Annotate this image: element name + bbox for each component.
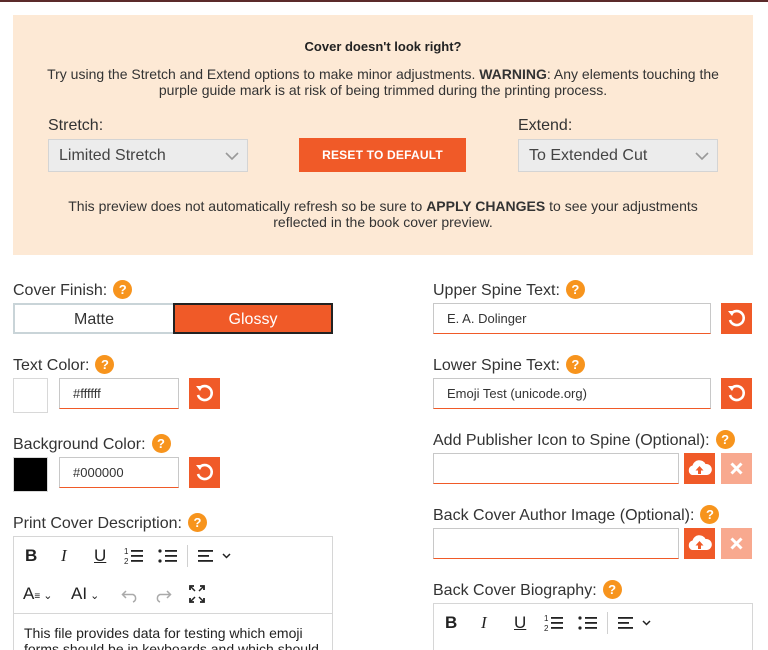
top-border: [0, 0, 768, 2]
publisher-icon-remove-button[interactable]: [721, 453, 752, 484]
editor-toolbar-row-1: B I U 12: [14, 537, 332, 575]
bullet-list-icon[interactable]: [578, 612, 598, 634]
italic-icon[interactable]: I: [481, 612, 487, 634]
help-icon[interactable]: ?: [700, 505, 720, 524]
text-size-icon[interactable]: AI ⌄: [71, 583, 99, 605]
undo-icon: [196, 384, 213, 402]
undo-icon: [728, 384, 745, 402]
finish-option-glossy[interactable]: Glossy: [173, 303, 333, 334]
back-cover-biography-label: Back Cover Biography:?: [433, 580, 622, 600]
author-image-upload-button[interactable]: [684, 528, 715, 559]
help-icon[interactable]: ?: [565, 355, 585, 374]
italic-icon[interactable]: I: [61, 545, 67, 567]
redo-arrow-icon[interactable]: [154, 583, 172, 605]
print-cover-description-label: Print Cover Description:?: [13, 513, 207, 533]
text-color-input[interactable]: #ffffff: [59, 378, 179, 409]
toolbar-bottom-divider: [14, 613, 332, 614]
help-icon[interactable]: ?: [151, 434, 171, 453]
undo-arrow-icon[interactable]: [121, 583, 139, 605]
editor-toolbar-row-1: B I U 12: [434, 604, 752, 642]
help-icon[interactable]: ?: [95, 355, 115, 374]
background-color-input[interactable]: #000000: [59, 457, 179, 488]
undo-icon: [728, 309, 745, 327]
ordered-list-icon[interactable]: 12: [124, 545, 144, 567]
text-color-reset-button[interactable]: [189, 378, 220, 409]
background-color-label: Background Color:?: [13, 434, 171, 454]
lower-spine-text-input[interactable]: Emoji Test (unicode.org): [433, 378, 711, 409]
finish-option-matte[interactable]: Matte: [13, 303, 173, 334]
author-image-label: Back Cover Author Image (Optional):?: [433, 505, 720, 525]
reset-to-default-button[interactable]: RESET TO DEFAULT: [299, 138, 466, 172]
upper-spine-text-input[interactable]: E. A. Dolinger: [433, 303, 711, 334]
toolbar-divider: [607, 612, 608, 634]
chevron-down-icon: [695, 152, 709, 161]
background-color-reset-button[interactable]: [189, 457, 220, 488]
publisher-icon-label: Add Publisher Icon to Spine (Optional):?: [433, 430, 735, 450]
svg-text:1: 1: [124, 547, 129, 556]
stretch-select[interactable]: Limited Stretch: [48, 139, 248, 172]
help-icon[interactable]: ?: [602, 580, 622, 599]
upper-spine-text-label: Upper Spine Text:?: [433, 280, 585, 300]
upload-cloud-icon: [688, 535, 712, 550]
help-icon[interactable]: ?: [715, 430, 735, 449]
notice-message: Try using the Stretch and Extend options…: [47, 66, 719, 98]
help-icon[interactable]: ?: [565, 280, 585, 299]
align-icon[interactable]: [198, 545, 234, 567]
help-icon[interactable]: ?: [113, 280, 133, 299]
upload-cloud-icon: [688, 460, 712, 475]
text-color-label: Text Color:?: [13, 355, 115, 375]
extend-label: Extend:: [518, 117, 573, 134]
description-editor[interactable]: B I U 12 A≡ ⌄ AI ⌄ This file provides data…: [13, 536, 333, 650]
underline-icon[interactable]: U: [94, 545, 106, 567]
close-icon: [730, 462, 743, 475]
svg-text:1: 1: [544, 614, 549, 623]
biography-editor[interactable]: B I U 12: [433, 603, 753, 650]
chevron-down-icon: [225, 152, 239, 161]
text-color-swatch[interactable]: [13, 378, 48, 413]
bullet-list-icon[interactable]: [158, 545, 178, 567]
preview-note: This preview does not automatically refr…: [68, 198, 698, 230]
bold-icon[interactable]: B: [445, 612, 457, 634]
stretch-label: Stretch:: [48, 117, 104, 134]
ordered-list-icon[interactable]: 12: [544, 612, 564, 634]
cover-adjust-notice: Cover doesn't look right? Try using the …: [13, 15, 753, 255]
notice-title: Cover doesn't look right?: [304, 39, 462, 54]
author-image-input[interactable]: [433, 528, 679, 559]
publisher-icon-input[interactable]: [433, 453, 679, 484]
publisher-icon-upload-button[interactable]: [684, 453, 715, 484]
lower-spine-reset-button[interactable]: [721, 378, 752, 409]
cover-finish-label: Cover Finish:?: [13, 280, 133, 300]
bold-icon[interactable]: B: [25, 545, 37, 567]
toolbar-divider: [187, 545, 188, 567]
svg-text:2: 2: [544, 624, 549, 633]
underline-icon[interactable]: U: [514, 612, 526, 634]
help-icon[interactable]: ?: [187, 513, 207, 532]
svg-text:2: 2: [124, 557, 129, 566]
upper-spine-reset-button[interactable]: [721, 303, 752, 334]
editor-toolbar-row-2: A≡ ⌄ AI ⌄: [14, 575, 332, 613]
background-color-swatch[interactable]: [13, 457, 48, 492]
author-image-remove-button[interactable]: [721, 528, 752, 559]
lower-spine-text-label: Lower Spine Text:?: [433, 355, 585, 375]
extend-select[interactable]: To Extended Cut: [518, 139, 718, 172]
close-icon: [730, 537, 743, 550]
fullscreen-icon[interactable]: [188, 583, 206, 605]
description-text[interactable]: This file provides data for testing whic…: [24, 625, 324, 650]
text-style-icon[interactable]: A≡ ⌄: [23, 583, 52, 605]
undo-icon: [196, 463, 213, 481]
align-icon[interactable]: [618, 612, 654, 634]
